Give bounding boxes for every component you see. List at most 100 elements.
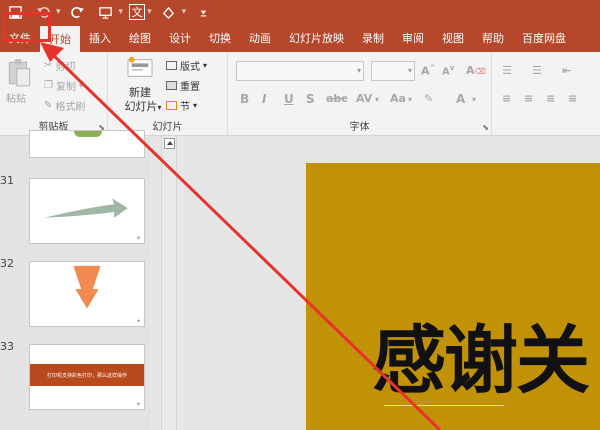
change-case-dropdown-icon[interactable]: ▾ xyxy=(408,95,412,104)
brush-icon: ✎ xyxy=(44,100,53,111)
shape-icon[interactable] xyxy=(158,1,180,23)
format-painter-button[interactable]: ✎ 格式刷 xyxy=(44,98,85,113)
underline-button[interactable]: U xyxy=(284,92,294,106)
ribbon: 粘贴 ✂ 剪切 ❐ 复制 ▾ ✎ 格式刷 剪贴板 ⬊ 新建 幻灯片▾ 版式 ▾ … xyxy=(0,52,600,136)
align-right-icon[interactable]: ≡ xyxy=(546,92,555,105)
clear-format-icon[interactable]: A⌫ xyxy=(466,64,486,77)
paste-icon xyxy=(8,59,31,87)
numbering-icon[interactable]: ☰ xyxy=(532,64,542,77)
paste-label: 粘贴 xyxy=(6,94,26,105)
section-dropdown-icon: ▾ xyxy=(193,101,198,110)
new-slide-button[interactable]: 新建 幻灯片▾ xyxy=(116,56,164,114)
current-slide[interactable]: 感谢关 xyxy=(306,163,600,430)
change-case-button[interactable]: Aa xyxy=(390,92,406,105)
bold-button[interactable]: B xyxy=(240,92,249,106)
cut-label: 剪切 xyxy=(55,62,76,73)
slide-title-text[interactable]: 感谢关 xyxy=(372,301,590,408)
copy-dropdown-icon: ▾ xyxy=(78,81,83,90)
tab-animations[interactable]: 动画 xyxy=(240,24,280,52)
font-color-dropdown-icon[interactable]: ▾ xyxy=(472,95,476,104)
reset-button[interactable]: 重置 xyxy=(166,78,200,93)
slides-group: 新建 幻灯片▾ 版式 ▾ 重置 节 ▾ 幻灯片 xyxy=(108,52,228,136)
slide-divider-line xyxy=(384,405,504,406)
tab-help[interactable]: 帮助 xyxy=(473,24,513,52)
new-slide-label-2-text: 幻灯片 xyxy=(124,100,158,113)
strikethrough-button[interactable]: abc xyxy=(326,92,348,105)
slide-editing-area[interactable]: 感谢关 xyxy=(178,136,600,430)
layout-dropdown-icon: ▾ xyxy=(203,61,208,70)
scissors-icon: ✂ xyxy=(44,60,53,71)
align-center-icon[interactable]: ≡ xyxy=(524,92,533,105)
curved-arrow-graphic xyxy=(44,198,128,218)
font-size-combo[interactable]: ▾ xyxy=(371,61,415,81)
tab-baidu-netdisk[interactable]: 百度网盘 xyxy=(513,24,575,52)
highlight-icon[interactable]: ✎ xyxy=(424,92,433,105)
align-left-icon[interactable]: ≡ xyxy=(502,92,511,105)
ribbon-tabs: 文件 开始 插入 绘图 设计 切换 动画 幻灯片放映 录制 审阅 视图 帮助 百… xyxy=(0,24,600,52)
thumbnail-partial[interactable] xyxy=(29,130,145,158)
new-slide-icon xyxy=(127,56,153,77)
layout-label: 版式 xyxy=(180,62,200,73)
undo-dropdown-icon[interactable]: ▾ xyxy=(56,7,61,17)
thumbnails-scrollbar[interactable] xyxy=(161,136,177,430)
italic-button[interactable]: I xyxy=(262,92,266,106)
down-arrow-graphic xyxy=(73,265,101,309)
tab-view[interactable]: 视图 xyxy=(433,24,473,52)
thumbnail-33-banner: 打印机支持彩色打印，那么这样操作 xyxy=(30,364,144,386)
section-button[interactable]: 节 ▾ xyxy=(166,98,197,113)
present-dropdown-icon[interactable]: ▾ xyxy=(119,7,124,17)
copy-button[interactable]: ❐ 复制 ▾ xyxy=(44,78,83,93)
tab-draw[interactable]: 绘图 xyxy=(120,24,160,52)
clipboard-group: 粘贴 ✂ 剪切 ❐ 复制 ▾ ✎ 格式刷 剪贴板 ⬊ xyxy=(0,52,108,136)
new-slide-label-2: 幻灯片▾ xyxy=(116,98,170,114)
paragraph-group: ☰ ☰ ⇤ ≡ ≡ ≡ ≡ xyxy=(492,52,600,136)
char-spacing-button[interactable]: AV xyxy=(356,92,372,105)
present-icon[interactable] xyxy=(95,1,117,23)
scroll-up-icon[interactable] xyxy=(164,138,175,149)
thumbnail-number-31: 31 xyxy=(0,174,14,187)
paste-button[interactable]: 粘贴 xyxy=(6,58,36,106)
thumbnail-slide-33[interactable]: 打印机支持彩色打印，那么这样操作 ✦ xyxy=(29,344,145,410)
thumbnail-partial-shape xyxy=(74,131,102,137)
layout-button[interactable]: 版式 ▾ xyxy=(166,58,207,73)
font-launcher-icon[interactable]: ⬊ xyxy=(482,123,489,132)
cut-button[interactable]: ✂ 剪切 xyxy=(44,58,75,73)
tab-transitions[interactable]: 切换 xyxy=(200,24,240,52)
thumbnail-33-banner-text: 打印机支持彩色打印，那么这样操作 xyxy=(46,372,127,379)
tab-record[interactable]: 录制 xyxy=(353,24,393,52)
reset-icon xyxy=(166,81,177,90)
copy-label: 复制 xyxy=(55,82,76,93)
font-group: ▾ ▾ A^ Av A⌫ B I U S abc AV ▾ Aa ▾ ✎ A ▾… xyxy=(228,52,492,136)
grow-font-icon[interactable]: A^ xyxy=(421,64,435,78)
thumbnail-slide-32[interactable]: ✦ xyxy=(29,261,145,327)
decrease-indent-icon[interactable]: ⇤ xyxy=(562,64,571,77)
shadow-button[interactable]: S xyxy=(306,92,315,106)
font-group-label: 字体 xyxy=(349,122,370,133)
tab-review[interactable]: 审阅 xyxy=(393,24,433,52)
bullets-icon[interactable]: ☰ xyxy=(502,64,512,77)
thumbnail-number-32: 32 xyxy=(0,257,14,270)
font-size-dropdown-icon: ▾ xyxy=(407,66,412,75)
thumbnail-slide-31[interactable]: ✦ xyxy=(29,178,145,244)
redo-icon[interactable] xyxy=(67,1,89,23)
char-spacing-dropdown-icon[interactable]: ▾ xyxy=(375,95,379,104)
shape-dropdown-icon[interactable]: ▾ xyxy=(182,7,187,17)
section-label: 节 xyxy=(180,102,190,113)
translate-icon[interactable]: 文 xyxy=(129,4,146,20)
section-icon xyxy=(166,101,177,110)
thumbnail-number-33: 33 xyxy=(0,340,14,353)
justify-icon[interactable]: ≡ xyxy=(568,92,577,105)
translate-dropdown-icon[interactable]: ▾ xyxy=(147,7,152,17)
layout-icon xyxy=(166,61,177,70)
font-name-dropdown-icon: ▾ xyxy=(356,66,361,75)
translate-glyph: 文 xyxy=(131,6,143,19)
font-color-button[interactable]: A xyxy=(456,92,465,106)
customize-icon[interactable] xyxy=(192,1,214,23)
font-name-combo[interactable]: ▾ xyxy=(236,61,364,81)
thumbnail-33-marker: ✦ xyxy=(135,401,141,408)
tab-insert[interactable]: 插入 xyxy=(80,24,120,52)
tab-slideshow[interactable]: 幻灯片放映 xyxy=(280,24,353,52)
shrink-font-icon[interactable]: Av xyxy=(442,64,454,77)
slide-thumbnails-panel[interactable]: 31 ✦ 32 ✦ 33 打印机支持彩色打印，那么这样操作 ✦ xyxy=(0,130,150,430)
tab-design[interactable]: 设计 xyxy=(160,24,200,52)
